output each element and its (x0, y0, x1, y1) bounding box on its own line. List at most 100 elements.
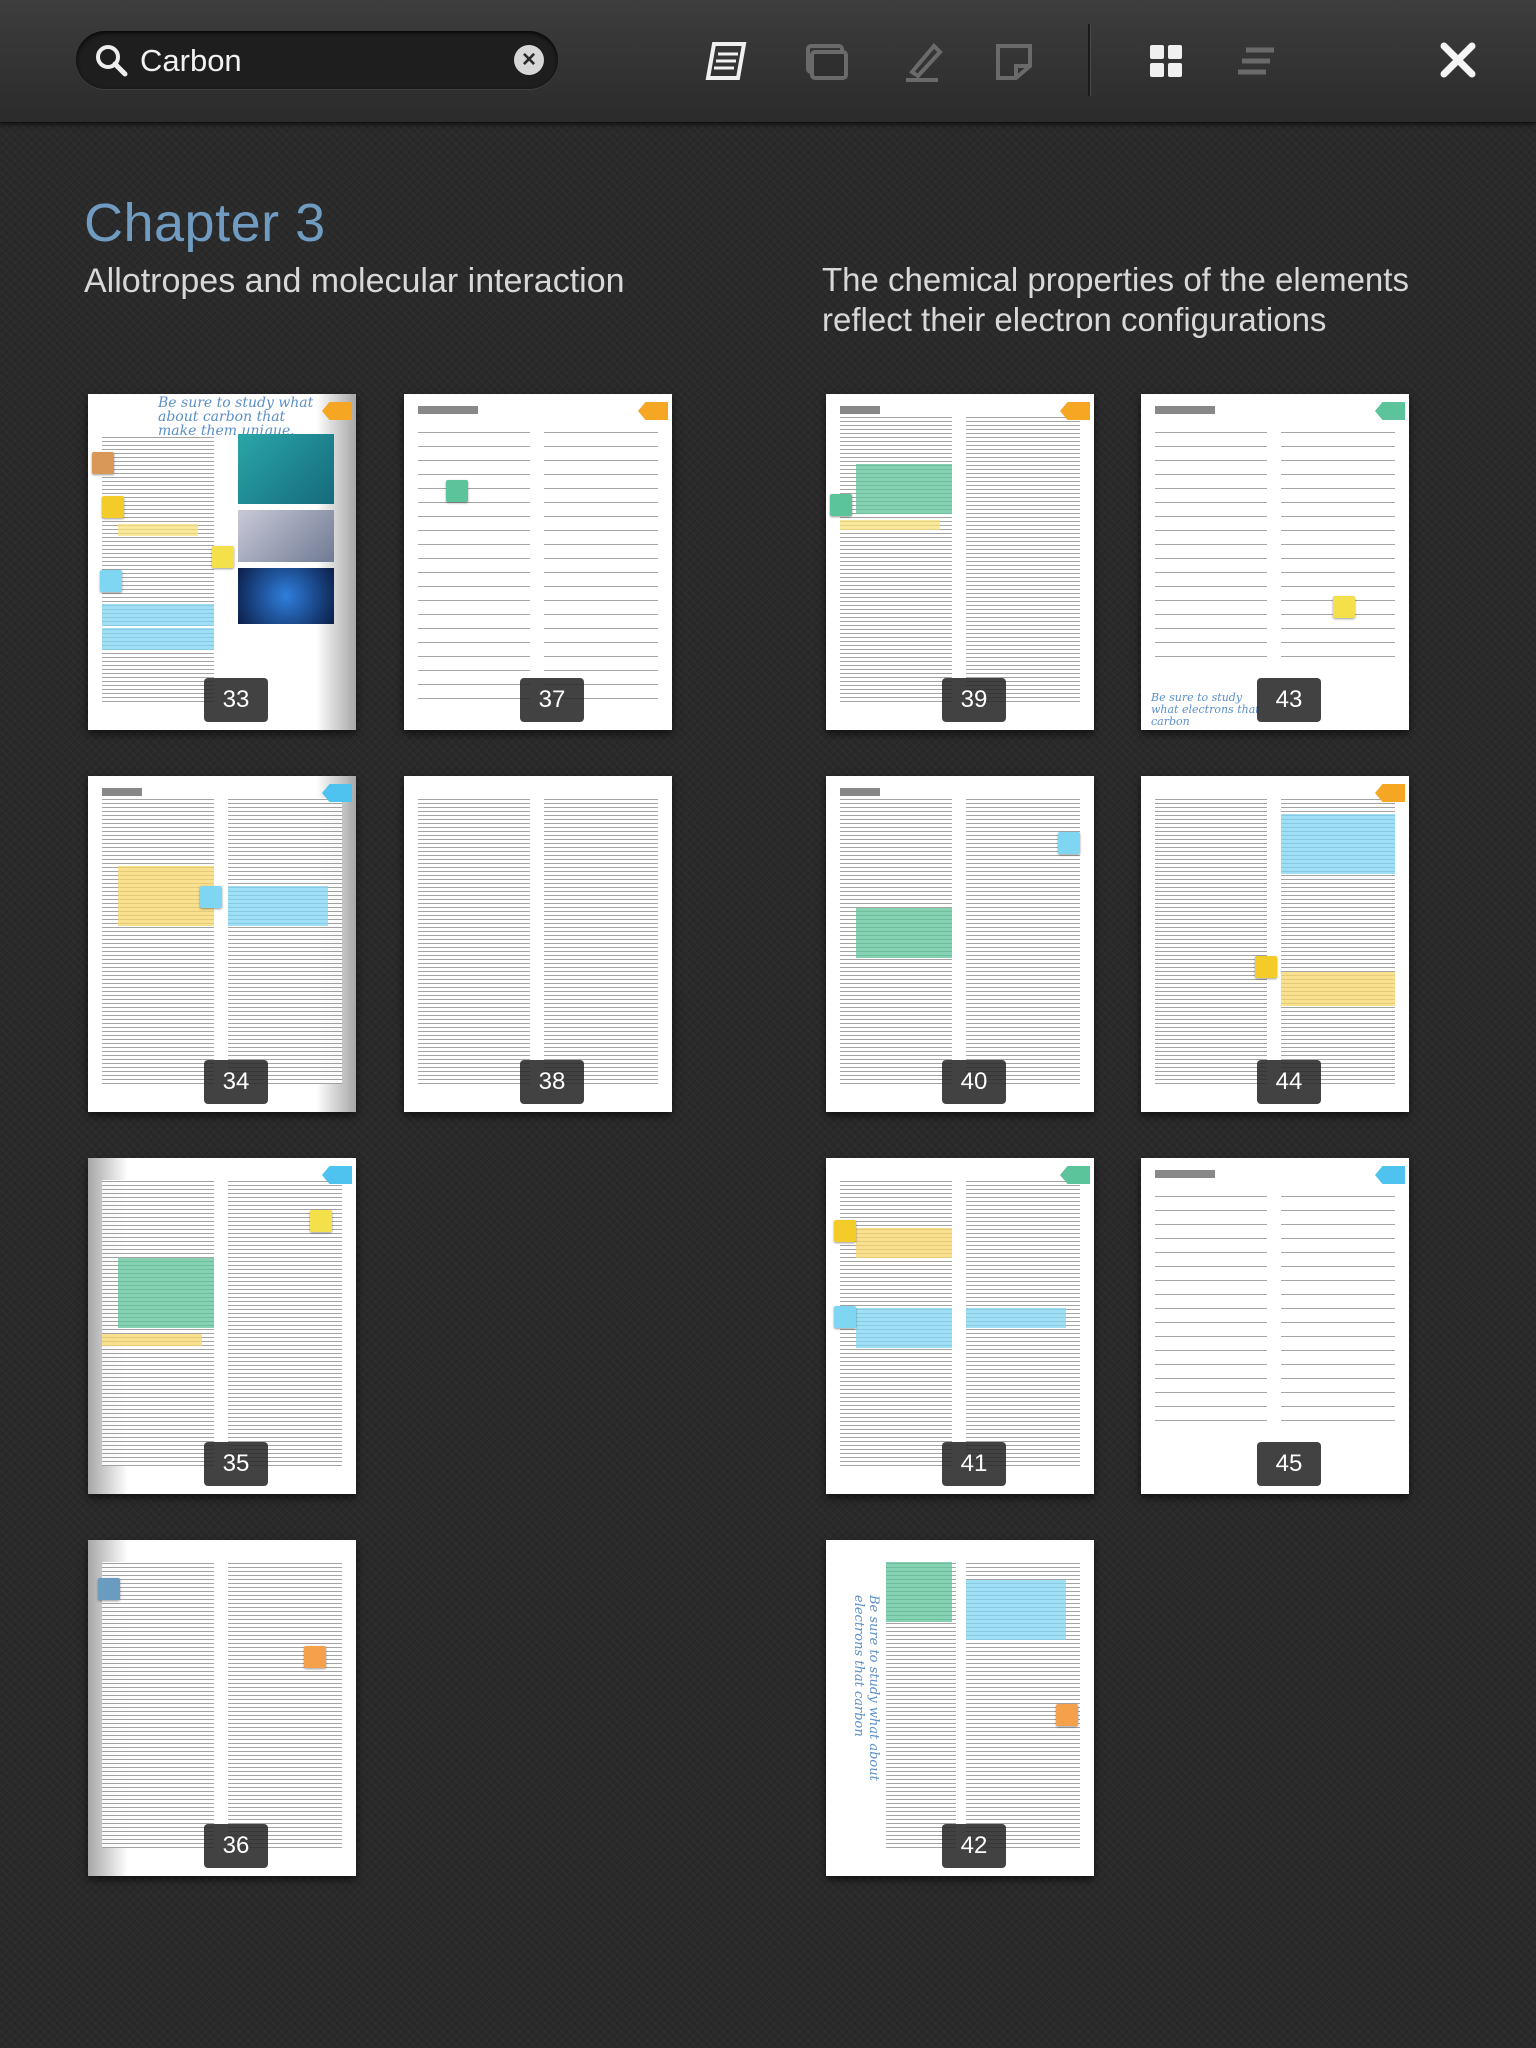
sticky-note-marker[interactable] (304, 1646, 326, 1668)
text-column (102, 798, 214, 1084)
highlight (1281, 814, 1395, 874)
sticky-note-marker[interactable] (446, 480, 468, 502)
search-icon (96, 45, 128, 77)
highlight (856, 464, 952, 514)
sticky-note-marker[interactable] (1333, 596, 1355, 618)
text-column (418, 798, 530, 1084)
page-number: 44 (1257, 1060, 1321, 1104)
text-column (228, 798, 342, 1084)
sticky-note-marker[interactable] (102, 496, 124, 518)
handwritten-note: Be sure to study what about electrons th… (851, 1595, 881, 1781)
page-thumbnail[interactable]: 36 (88, 1540, 356, 1876)
text-column (1281, 1192, 1395, 1434)
page-thumbnail[interactable]: 45 (1141, 1158, 1409, 1494)
sticky-note-marker[interactable] (1058, 832, 1080, 854)
sticky-note-marker[interactable] (200, 886, 222, 908)
bookmark-tag[interactable] (1375, 402, 1405, 420)
text-column (228, 1562, 342, 1848)
text-column (1155, 798, 1267, 1084)
bookmark-tag[interactable] (1375, 1166, 1405, 1184)
highlight (102, 604, 214, 626)
sticky-note-marker[interactable] (830, 494, 852, 516)
sticky-note-icon[interactable] (990, 38, 1040, 84)
page-thumbnail[interactable]: Be sure to study what about electrons th… (826, 1540, 1094, 1876)
list-view-icon[interactable] (1232, 38, 1282, 84)
page-thumbnail[interactable]: 44 (1141, 776, 1409, 1112)
highlight (856, 908, 952, 958)
text-column (544, 798, 658, 1084)
section-title: The chemical properties of the elements … (822, 261, 1409, 338)
notebook-icon[interactable] (704, 38, 754, 84)
page-number: 37 (520, 678, 584, 722)
text-column (102, 1562, 214, 1848)
page-number: 38 (520, 1060, 584, 1104)
text-column (1155, 428, 1267, 670)
close-icon[interactable] (1434, 38, 1484, 84)
page-heading (1155, 1170, 1215, 1178)
sticky-note-marker[interactable] (92, 452, 114, 474)
highlight-pen-icon[interactable] (898, 38, 948, 84)
sticky-note-marker[interactable] (212, 546, 234, 568)
highlight (1281, 972, 1395, 1006)
page-number: 40 (942, 1060, 1006, 1104)
page-number: 39 (942, 678, 1006, 722)
top-toolbar: × (0, 0, 1536, 123)
page-number: 35 (204, 1442, 268, 1486)
photo (238, 568, 334, 624)
sticky-note-marker[interactable] (834, 1306, 856, 1328)
page-thumbnail[interactable]: Be sure to study what about carbon that … (88, 394, 356, 730)
page-thumbnail[interactable]: Be sure to study what electrons that car… (1141, 394, 1409, 730)
highlight (856, 1308, 952, 1348)
page-number: 42 (942, 1824, 1006, 1868)
text-column (840, 416, 952, 702)
highlight (966, 1580, 1066, 1640)
text-column (102, 436, 214, 702)
text-column (966, 416, 1080, 702)
page-thumbnail[interactable]: 35 (88, 1158, 356, 1494)
page-number: 34 (204, 1060, 268, 1104)
highlight (102, 1334, 202, 1346)
page-number: 36 (204, 1824, 268, 1868)
page-thumbnail[interactable]: 39 (826, 394, 1094, 730)
sticky-note-marker[interactable] (834, 1220, 856, 1242)
search-field[interactable]: × (76, 31, 558, 89)
highlight (228, 886, 328, 926)
toolbar-divider (1088, 24, 1091, 96)
highlight (966, 1308, 1066, 1328)
page-thumbnail[interactable]: 38 (404, 776, 672, 1112)
sticky-note-marker[interactable] (310, 1210, 332, 1232)
highlight (856, 1228, 952, 1258)
page-heading (840, 406, 880, 414)
chapter-number: Chapter 3 (84, 193, 326, 253)
bookmarks-icon[interactable] (802, 38, 852, 84)
search-input[interactable] (138, 39, 482, 83)
page-heading (102, 788, 142, 796)
bookmark-tag[interactable] (638, 402, 668, 420)
text-column (1155, 1192, 1267, 1434)
sticky-note-marker[interactable] (1255, 956, 1277, 978)
page-heading (418, 406, 478, 414)
text-column (418, 428, 530, 702)
sticky-note-marker[interactable] (1056, 1704, 1078, 1726)
page-thumbnail[interactable]: 41 (826, 1158, 1094, 1494)
highlight (886, 1562, 952, 1622)
page-heading (840, 788, 880, 796)
handwritten-note: Be sure to study what electrons that car… (1151, 691, 1260, 728)
handwritten-note: Be sure to study what about carbon that … (158, 395, 314, 439)
highlight (102, 628, 214, 650)
clear-search-icon[interactable]: × (514, 45, 544, 75)
sticky-note-marker[interactable] (98, 1578, 120, 1600)
photo (238, 434, 334, 504)
page-thumbnail[interactable]: 40 (826, 776, 1094, 1112)
highlight (118, 1258, 214, 1328)
photo (238, 510, 334, 562)
page-thumbnail[interactable]: 37 (404, 394, 672, 730)
text-column (544, 428, 658, 702)
sticky-note-marker[interactable] (100, 570, 122, 592)
page-number: 33 (204, 678, 268, 722)
section-title: Allotropes and molecular interaction (84, 262, 625, 300)
grid-view-icon[interactable] (1142, 38, 1192, 84)
page-heading (1155, 406, 1215, 414)
page-number: 43 (1257, 678, 1321, 722)
page-thumbnail[interactable]: 34 (88, 776, 356, 1112)
